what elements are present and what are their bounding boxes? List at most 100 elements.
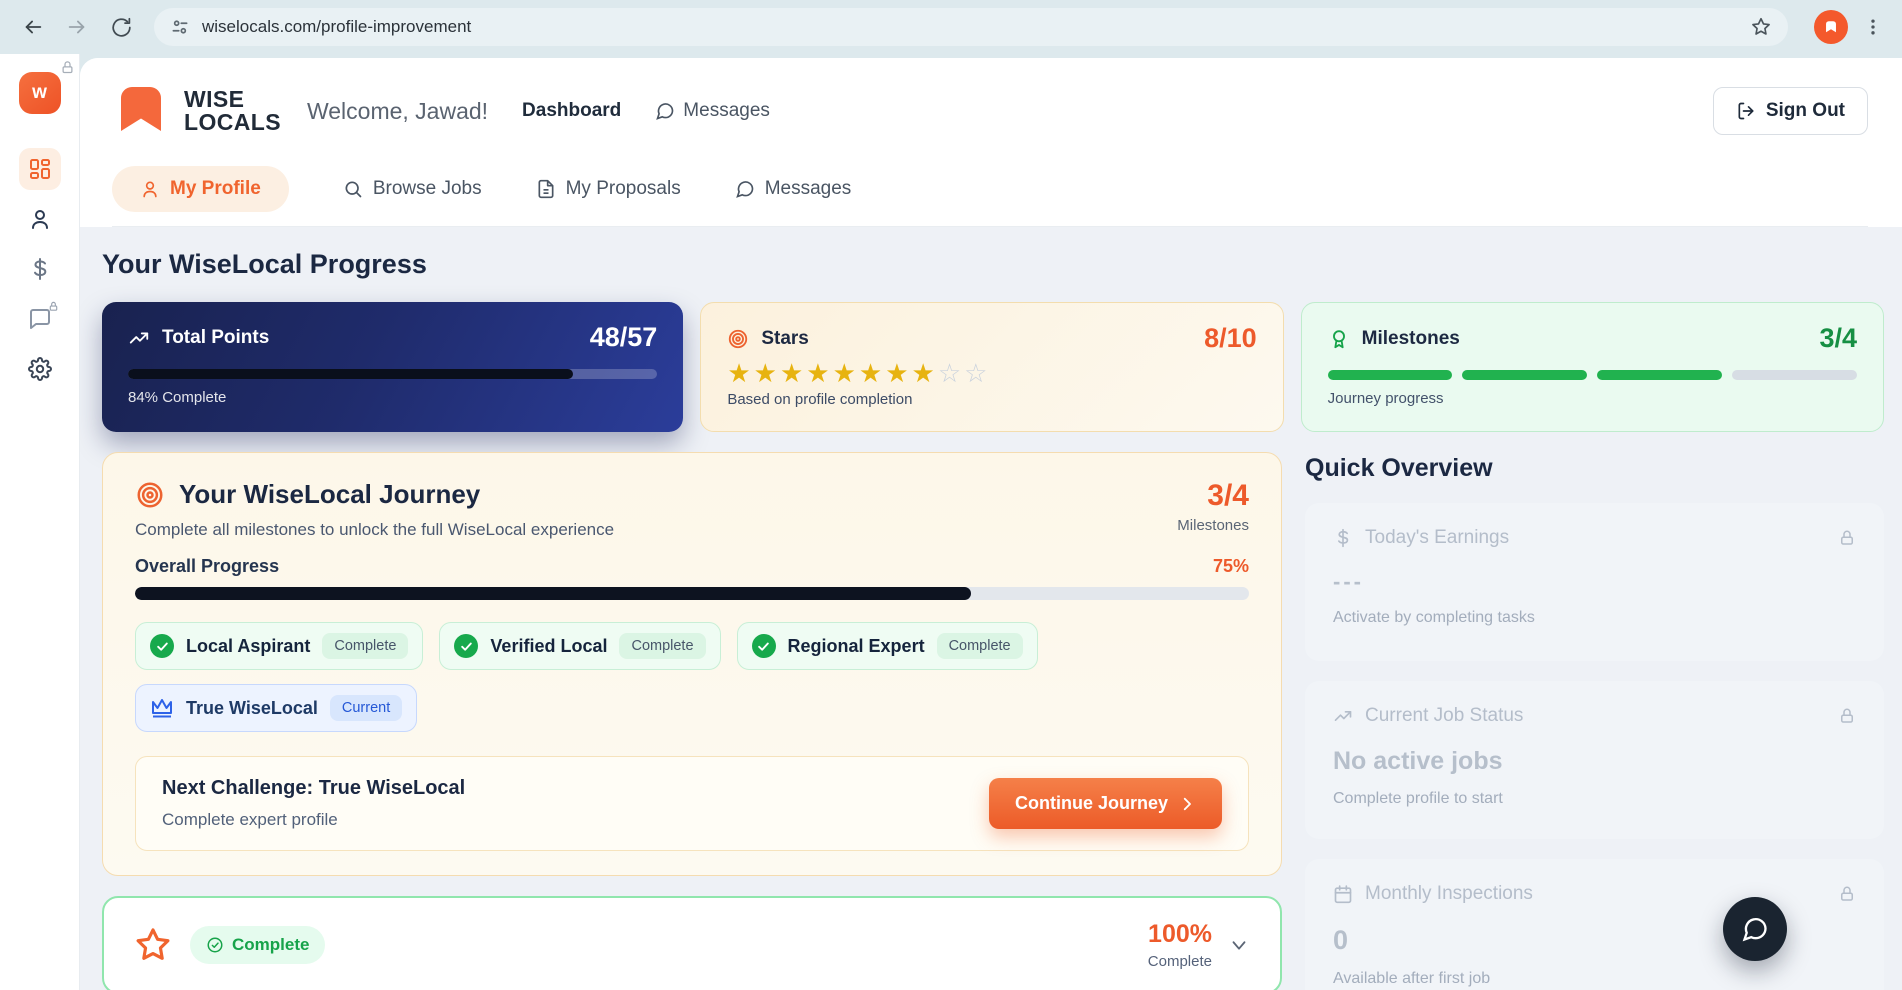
- gear-icon: [28, 357, 52, 381]
- check-circle-icon: [752, 634, 776, 658]
- extension-icon[interactable]: [1814, 10, 1848, 44]
- next-challenge-title: Next Challenge: True WiseLocal: [162, 777, 465, 800]
- journey-milestone-label: Milestones: [1177, 517, 1249, 534]
- points-progress-track: [128, 369, 657, 379]
- main-panel: WISE LOCALS Welcome, Jawad! Dashboard Me…: [80, 58, 1902, 990]
- continue-journey-button[interactable]: Continue Journey: [989, 778, 1222, 829]
- sidebar-item-settings[interactable]: [19, 348, 61, 390]
- award-icon: [1328, 328, 1350, 350]
- lock-icon: [1838, 707, 1856, 725]
- forward-button[interactable]: [60, 10, 94, 44]
- mini-lock-icon: [48, 301, 59, 312]
- logout-icon: [1736, 101, 1756, 121]
- tab-my-proposals[interactable]: My Proposals: [536, 166, 681, 212]
- stars-caption: Based on profile completion: [727, 391, 1256, 408]
- chat-fab-button[interactable]: [1723, 897, 1787, 961]
- crown-icon: [150, 696, 174, 720]
- complete-badge: Complete: [190, 926, 325, 964]
- star-outline-icon: [134, 926, 172, 964]
- milestone-segment: [1462, 370, 1587, 380]
- dollar-icon: [28, 257, 52, 281]
- sidebar-item-earnings[interactable]: [19, 248, 61, 290]
- journey-progress-fill: [135, 587, 971, 600]
- current-job-status-card: Current Job Status No active jobs Comple…: [1305, 681, 1884, 839]
- journey-milestone-count: 3/4: [1177, 479, 1249, 513]
- document-icon: [536, 179, 556, 199]
- milestone-segment: [1732, 370, 1857, 380]
- dollar-icon: [1333, 528, 1353, 548]
- monthly-inspections-card: Monthly Inspections 0 Available after fi…: [1305, 859, 1884, 990]
- tab-bar: My Profile Browse Jobs My Proposals Mess…: [112, 166, 1868, 226]
- calendar-icon: [1333, 884, 1353, 904]
- sidebar-item-dashboard[interactable]: [19, 148, 61, 190]
- app-shell: w WISE LOCALS Welcome, Jawad!: [0, 54, 1902, 990]
- milestone-segment: [1597, 370, 1722, 380]
- content-area: Your WiseLocal Progress Total Points 48/…: [80, 227, 1902, 990]
- completion-percent: 100%: [1148, 920, 1212, 949]
- back-arrow-icon: [22, 16, 44, 38]
- star-filled-icon: ★: [727, 358, 753, 388]
- stars-card: Stars 8/10 ★★★★★★★★☆☆ Based on profile c…: [700, 302, 1283, 432]
- tab-messages[interactable]: Messages: [735, 166, 852, 212]
- header-nav-messages[interactable]: Messages: [655, 100, 770, 122]
- milestones-caption: Journey progress: [1328, 390, 1857, 407]
- url-text[interactable]: wiselocals.com/profile-improvement: [202, 17, 1750, 37]
- earnings-value: ---: [1333, 569, 1856, 595]
- next-challenge-box: Next Challenge: True WiseLocal Complete …: [135, 756, 1249, 851]
- journey-progress-track: [135, 587, 1249, 600]
- reload-button[interactable]: [104, 10, 138, 44]
- star-filled-icon: ★: [859, 358, 885, 388]
- milestone-segments: [1328, 370, 1857, 380]
- journey-card: Your WiseLocal Journey Complete all mile…: [102, 452, 1282, 876]
- milestone-chip-local-aspirant[interactable]: Local Aspirant Complete: [135, 622, 423, 670]
- app-header: WISE LOCALS Welcome, Jawad! Dashboard Me…: [80, 58, 1902, 227]
- stars-label: Stars: [761, 328, 809, 350]
- bookmark-star-icon[interactable]: [1750, 16, 1772, 38]
- header-nav-dashboard[interactable]: Dashboard: [522, 100, 621, 122]
- points-value: 48/57: [590, 322, 658, 353]
- star-filled-icon: ★: [912, 358, 938, 388]
- sign-out-button[interactable]: Sign Out: [1713, 87, 1868, 135]
- milestone-segment: [1328, 370, 1453, 380]
- browser-menu-button[interactable]: [1860, 17, 1886, 37]
- milestones-card: Milestones 3/4 Journey progress: [1301, 302, 1884, 432]
- reload-icon: [111, 17, 132, 38]
- back-button[interactable]: [16, 10, 50, 44]
- sidebar-item-messages[interactable]: [19, 298, 61, 340]
- chevron-down-icon[interactable]: [1228, 934, 1250, 956]
- milestone-chip-regional-expert[interactable]: Regional Expert Complete: [737, 622, 1038, 670]
- bullseye-icon: [135, 480, 165, 510]
- user-avatar[interactable]: w: [19, 72, 61, 114]
- stat-card-row: Total Points 48/57 84% Complete Stars 8/…: [102, 302, 1884, 432]
- status-badge: Complete: [619, 633, 705, 659]
- stars-row: ★★★★★★★★☆☆: [727, 358, 1256, 389]
- sidebar: w: [0, 54, 80, 990]
- quick-overview-title: Quick Overview: [1305, 454, 1884, 483]
- tab-my-profile[interactable]: My Profile: [112, 166, 289, 212]
- milestones-value: 3/4: [1819, 323, 1857, 354]
- chat-icon: [655, 101, 675, 121]
- points-caption: 84% Complete: [128, 389, 657, 406]
- welcome-text: Welcome, Jawad!: [307, 98, 488, 125]
- bookmark-logo-glyph: [1823, 19, 1839, 35]
- chevron-right-icon: [1178, 795, 1196, 813]
- star-filled-icon: ★: [754, 358, 780, 388]
- kebab-menu-icon: [1863, 17, 1883, 37]
- milestone-chips: Local Aspirant Complete Verified Local C…: [135, 622, 1249, 732]
- stars-value: 8/10: [1204, 323, 1257, 354]
- status-badge: Complete: [937, 633, 1023, 659]
- profile-complete-card[interactable]: Complete 100% Complete: [102, 896, 1282, 990]
- milestone-chip-verified-local[interactable]: Verified Local Complete: [439, 622, 720, 670]
- milestone-chip-true-wiselocal[interactable]: True WiseLocal Current: [135, 684, 417, 732]
- star-filled-icon: ★: [885, 358, 911, 388]
- address-bar[interactable]: wiselocals.com/profile-improvement: [154, 8, 1788, 46]
- trending-up-icon: [1333, 706, 1353, 726]
- job-status-caption: Complete profile to start: [1333, 790, 1856, 808]
- tab-browse-jobs[interactable]: Browse Jobs: [343, 166, 482, 212]
- quick-overview-panel: Quick Overview Today's Earnings --- Acti…: [1305, 452, 1884, 990]
- person-icon: [28, 207, 52, 231]
- sidebar-item-profile[interactable]: [19, 198, 61, 240]
- page-title: Your WiseLocal Progress: [102, 249, 1884, 280]
- check-circle-icon: [454, 634, 478, 658]
- brand-name: WISE LOCALS: [184, 88, 281, 133]
